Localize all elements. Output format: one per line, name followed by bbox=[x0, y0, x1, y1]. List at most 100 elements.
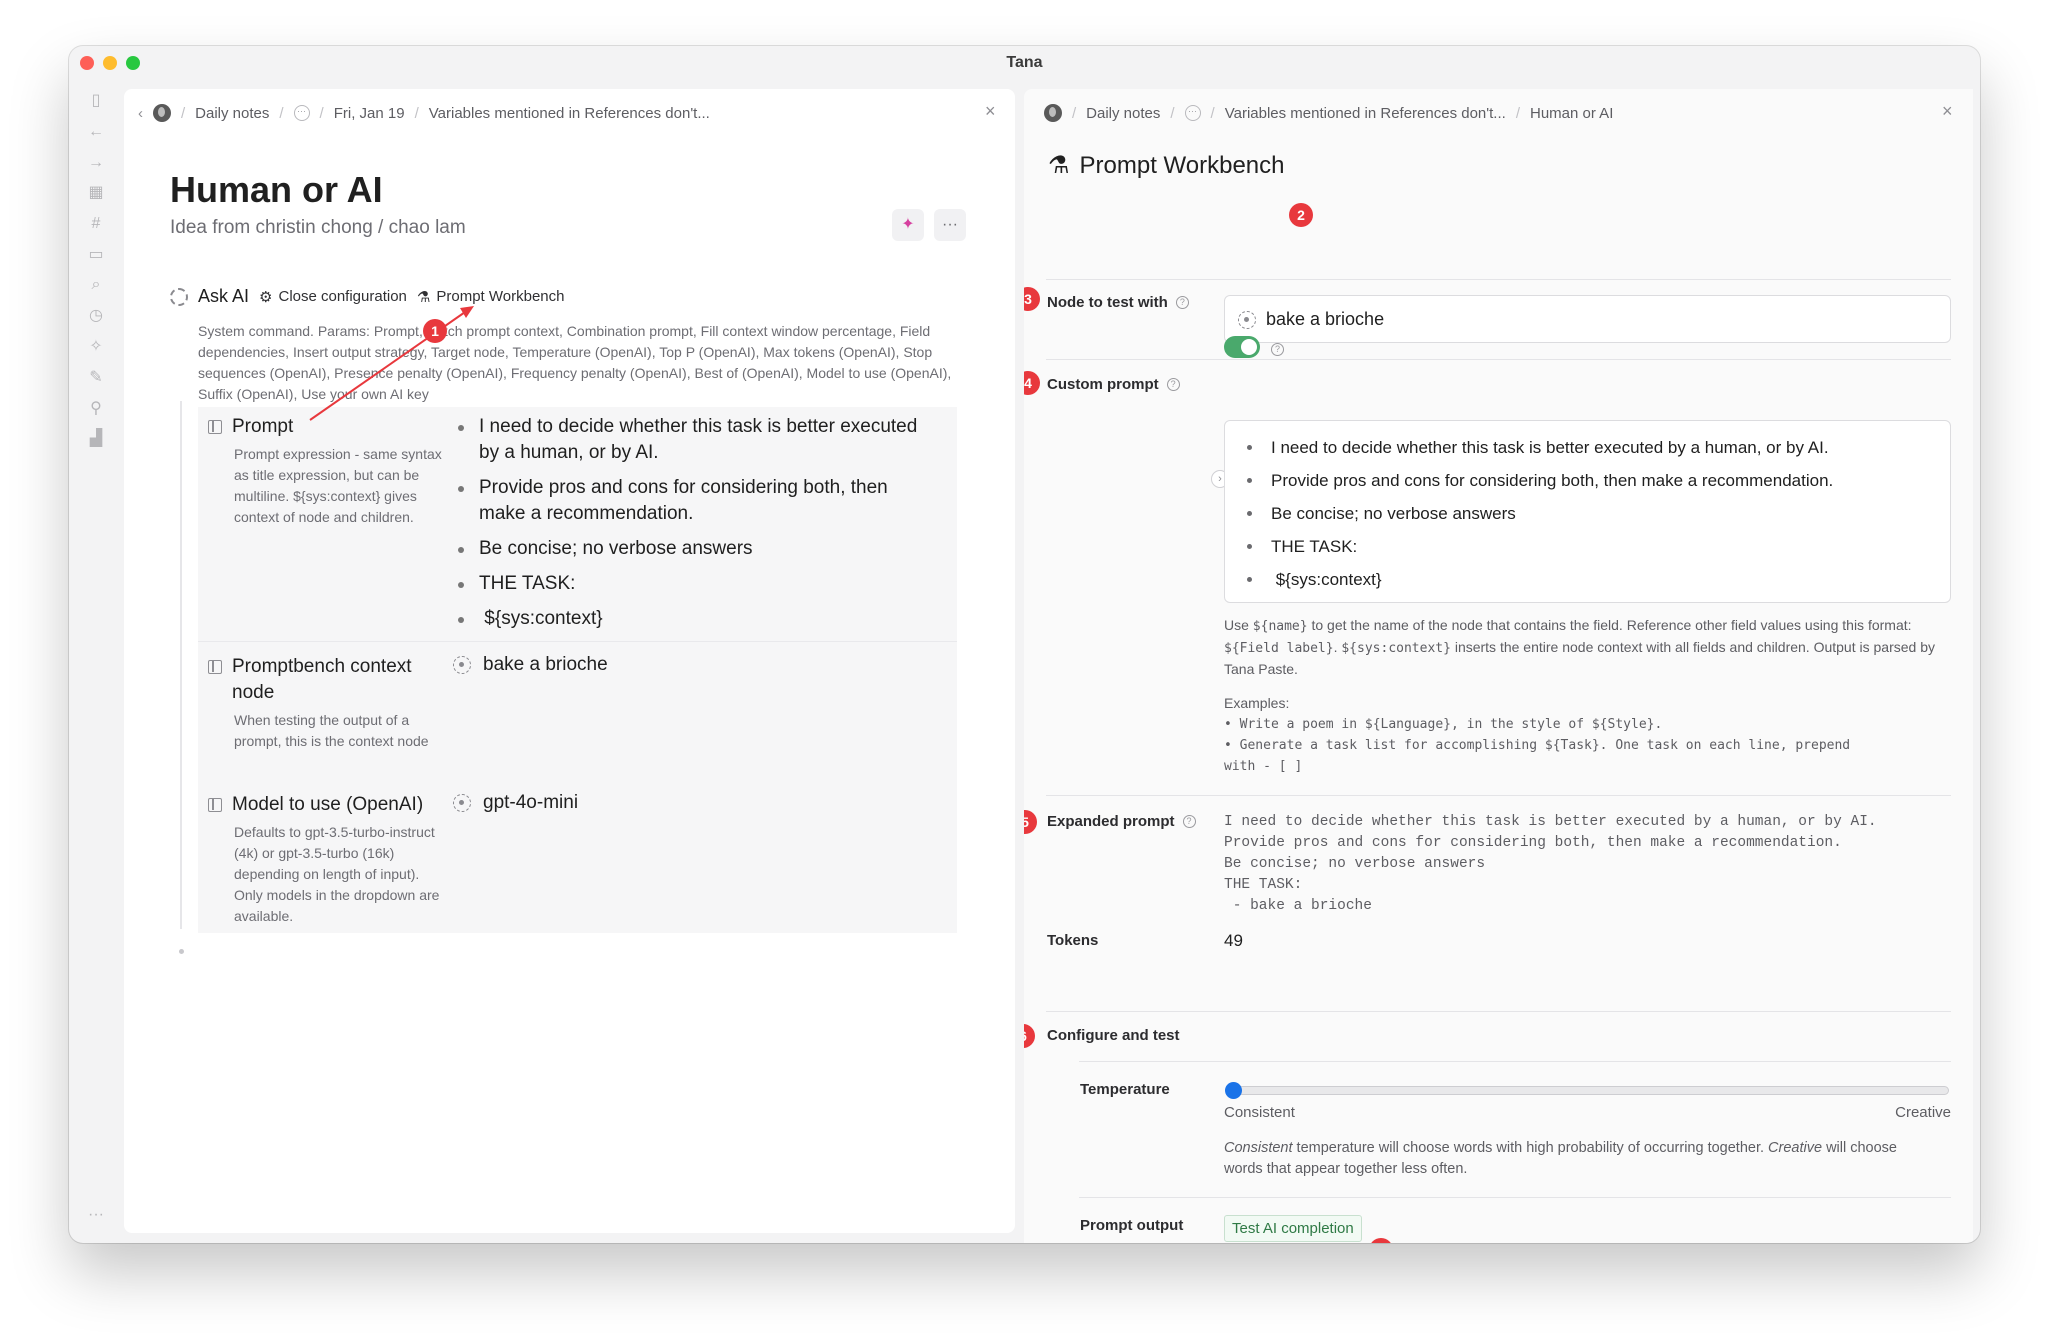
breadcrumb-date[interactable]: Fri, Jan 19 bbox=[334, 105, 405, 122]
page-subtitle: Idea from christin chong / chao lam bbox=[170, 217, 466, 238]
list-item[interactable]: ${sys:context} bbox=[1243, 563, 1932, 596]
example-1: • Write a poem in ${Language}, in the st… bbox=[1224, 717, 1663, 732]
node-reference-icon bbox=[453, 656, 471, 674]
zoom-window-button[interactable] bbox=[126, 56, 140, 70]
node-to-test-input[interactable]: bake a brioche bbox=[1224, 295, 1951, 343]
field-label: Model to use (OpenAI) bbox=[232, 794, 424, 815]
callout-badge-4: 4 bbox=[1024, 371, 1040, 395]
more-options-button[interactable]: ··· bbox=[934, 209, 966, 241]
temperature-slider-thumb[interactable] bbox=[1225, 1082, 1242, 1099]
callout-badge-6: 6 bbox=[1024, 1024, 1035, 1048]
arrow-right-icon[interactable]: → bbox=[85, 152, 107, 174]
callout-badge-5: 5 bbox=[1024, 810, 1037, 834]
hashtag-icon[interactable]: # bbox=[85, 213, 107, 235]
workspace-globe-icon[interactable] bbox=[153, 104, 171, 122]
tokens-value: 49 bbox=[1224, 931, 1243, 950]
ai-sparkle-button[interactable]: ✦ bbox=[892, 209, 924, 241]
clock-icon[interactable]: ◷ bbox=[85, 305, 107, 327]
custom-prompt-toggle[interactable] bbox=[1224, 336, 1260, 358]
edit-icon[interactable]: ✎ bbox=[85, 367, 107, 389]
field-prompt: Prompt Prompt expression - same syntax a… bbox=[208, 414, 923, 641]
breadcrumb-variables[interactable]: Variables mentioned in References don't.… bbox=[429, 105, 710, 122]
sparkle-icon[interactable]: ✧ bbox=[85, 336, 107, 358]
prompt-bullets: I need to decide whether this task is be… bbox=[453, 414, 923, 632]
app-window: Tana ▯ ← → ▦ # ▭ ⌕ ◷ ✧ ✎ ⚲ ▟ ··· ‹ / Dai… bbox=[69, 46, 1980, 1243]
examples-label: Examples: bbox=[1224, 695, 1290, 711]
inbox-icon[interactable]: ▭ bbox=[85, 244, 107, 266]
breadcrumb: / Daily notes / ··· / Variables mentione… bbox=[1044, 104, 1613, 122]
field-description: Defaults to gpt-3.5-turbo-instruct (4k) … bbox=[234, 824, 440, 924]
minimize-window-button[interactable] bbox=[103, 56, 117, 70]
flask-icon: ⚗ bbox=[416, 288, 431, 306]
stats-icon[interactable]: ▟ bbox=[85, 428, 107, 450]
system-command-description: System command. Params: Prompt, Batch pr… bbox=[198, 323, 952, 402]
close-configuration-button[interactable]: ⚙ Close configuration bbox=[259, 288, 407, 306]
search-icon[interactable]: ⌕ bbox=[85, 274, 107, 296]
close-panel-icon[interactable]: × bbox=[1942, 101, 1953, 122]
node-reference-icon bbox=[1238, 310, 1256, 329]
field-icon bbox=[208, 660, 222, 674]
model-value[interactable]: gpt-4o-mini bbox=[453, 792, 923, 814]
slider-max-label: Creative bbox=[1895, 1104, 1951, 1121]
help-icon[interactable]: ? bbox=[1175, 296, 1189, 309]
temperature-slider-track[interactable] bbox=[1229, 1086, 1949, 1095]
breadcrumb: ‹ / Daily notes / ··· / Fri, Jan 19 / Va… bbox=[138, 104, 710, 122]
prompt-output-label: Prompt output bbox=[1080, 1217, 1184, 1234]
node-to-test-label: Node to test with? bbox=[1047, 294, 1189, 311]
close-window-button[interactable] bbox=[80, 56, 94, 70]
configure-and-test-label: Configure and test bbox=[1047, 1027, 1180, 1044]
workspace-globe-icon[interactable] bbox=[1044, 104, 1062, 122]
list-item[interactable]: Provide pros and cons for considering bo… bbox=[453, 475, 923, 527]
breadcrumb-daily-notes[interactable]: Daily notes bbox=[1086, 105, 1160, 122]
prompt-workbench-button[interactable]: ⚗ Prompt Workbench bbox=[417, 288, 565, 306]
back-chevron-icon[interactable]: ‹ bbox=[138, 105, 143, 122]
ellipsis-icon[interactable]: ··· bbox=[293, 105, 310, 121]
example-2: • Generate a task list for accomplishing… bbox=[1224, 738, 1851, 753]
field-icon bbox=[208, 798, 222, 812]
tree-guide-line bbox=[180, 401, 182, 929]
ask-ai-label[interactable]: Ask AI bbox=[198, 286, 249, 307]
callout-badge-1: 1 bbox=[423, 319, 447, 343]
callout-badge-7: 7 bbox=[1369, 1238, 1393, 1243]
more-icon[interactable]: ··· bbox=[85, 1204, 107, 1226]
custom-prompt-help: Use ${name} to get the name of the node … bbox=[1224, 617, 1935, 677]
calendar-icon[interactable]: ▦ bbox=[85, 182, 107, 204]
help-icon[interactable]: ? bbox=[1182, 815, 1196, 828]
expanded-prompt-text: I need to decide whether this task is be… bbox=[1224, 814, 1877, 914]
list-item[interactable]: I need to decide whether this task is be… bbox=[1243, 431, 1932, 464]
window-title: Tana bbox=[1006, 54, 1043, 71]
breadcrumb-variables[interactable]: Variables mentioned in References don't.… bbox=[1225, 105, 1506, 122]
callout-badge-3: 3 bbox=[1024, 287, 1040, 311]
sidebar-toggle-icon[interactable]: ▯ bbox=[85, 90, 107, 112]
test-ai-completion-button[interactable]: Test AI completion bbox=[1224, 1215, 1362, 1242]
example-3: with - [ ] bbox=[1224, 759, 1303, 774]
breadcrumb-human-or-ai[interactable]: Human or AI bbox=[1530, 105, 1613, 122]
arrow-left-icon[interactable]: ← bbox=[85, 121, 107, 143]
list-item[interactable]: I need to decide whether this task is be… bbox=[453, 414, 923, 466]
list-item[interactable]: THE TASK: bbox=[453, 571, 923, 597]
ai-command-icon bbox=[170, 287, 188, 306]
flask-icon: ⚗ bbox=[1048, 152, 1070, 179]
help-icon[interactable]: ? bbox=[1166, 378, 1180, 391]
context-node-value[interactable]: bake a brioche bbox=[453, 654, 923, 676]
breadcrumb-daily-notes[interactable]: Daily notes bbox=[195, 105, 269, 122]
list-item[interactable]: ${sys:context} bbox=[453, 606, 923, 632]
field-description: Prompt expression - same syntax as title… bbox=[234, 446, 442, 525]
list-item[interactable]: Provide pros and cons for considering bo… bbox=[1243, 464, 1932, 497]
ellipsis-icon[interactable]: ··· bbox=[1184, 105, 1201, 121]
field-label: Promptbench context node bbox=[232, 656, 412, 703]
empty-node-bullet[interactable] bbox=[179, 949, 184, 954]
custom-prompt-editor[interactable]: I need to decide whether this task is be… bbox=[1224, 420, 1951, 603]
icon-rail: ▯ ← → ▦ # ▭ ⌕ ◷ ✧ ✎ ⚲ ▟ ··· bbox=[69, 80, 124, 1243]
help-icon[interactable]: ? bbox=[1271, 343, 1284, 356]
list-item[interactable]: Be concise; no verbose answers bbox=[1243, 497, 1932, 530]
field-description: When testing the output of a prompt, thi… bbox=[234, 712, 429, 749]
field-promptbench-context: Promptbench context node When testing th… bbox=[208, 654, 923, 752]
list-item[interactable]: Be concise; no verbose answers bbox=[453, 536, 923, 562]
list-item[interactable]: THE TASK: bbox=[1243, 530, 1932, 563]
traffic-lights bbox=[80, 56, 140, 70]
custom-prompt-label: Custom prompt? bbox=[1047, 376, 1180, 393]
pin-icon[interactable]: ⚲ bbox=[85, 398, 107, 420]
callout-badge-2: 2 bbox=[1289, 203, 1313, 227]
close-panel-icon[interactable]: × bbox=[985, 101, 996, 122]
